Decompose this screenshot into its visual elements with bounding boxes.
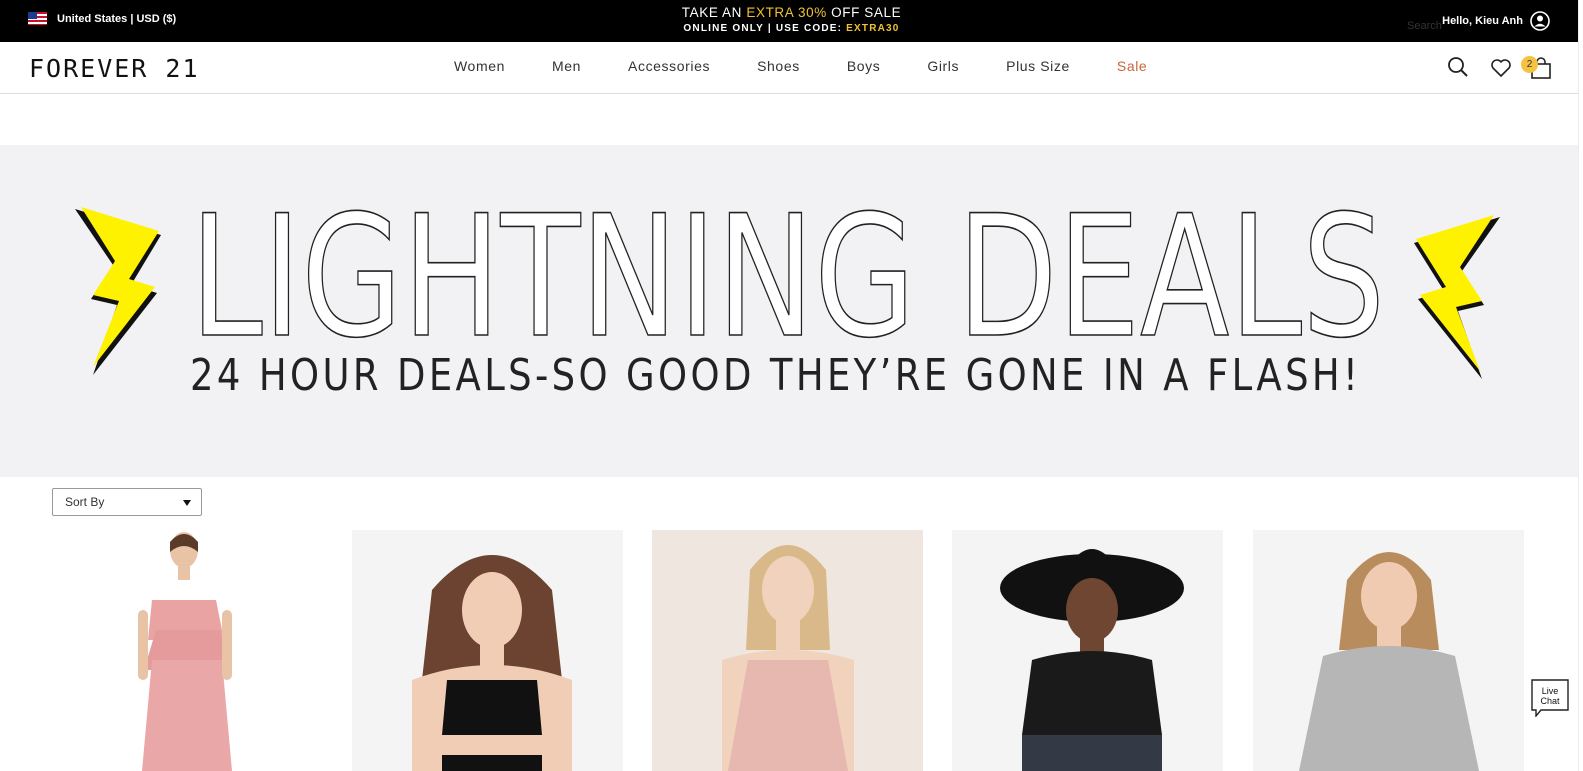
caret-down-icon: [183, 500, 191, 506]
sort-by-select[interactable]: Sort By: [52, 488, 202, 516]
banner-subtitle: 24 HOUR DEALS-SO GOOD THEY’RE GONE IN A …: [190, 350, 1362, 401]
main-nav: Women Men Accessories Shoes Boys Girls P…: [454, 58, 1147, 74]
nav-girls[interactable]: Girls: [927, 58, 959, 74]
forever21-logo[interactable]: FOREVER 21: [29, 54, 200, 83]
product-card[interactable]: [952, 530, 1223, 771]
search-icon[interactable]: [1447, 56, 1469, 78]
product-image: [1253, 530, 1524, 771]
promo-headline[interactable]: TAKE AN EXTRA 30% OFF SALE: [0, 5, 1583, 20]
nav-sale[interactable]: Sale: [1117, 58, 1147, 74]
nav-boys[interactable]: Boys: [847, 58, 881, 74]
user-account-icon[interactable]: [1530, 11, 1550, 31]
product-card[interactable]: [52, 530, 322, 771]
promo-top-bar: United States | USD ($) TAKE AN EXTRA 30…: [0, 0, 1583, 42]
product-image: [652, 530, 923, 771]
product-image: [352, 530, 623, 771]
product-card[interactable]: [352, 530, 623, 771]
nav-women[interactable]: Women: [454, 58, 505, 74]
banner-title: LIGHTNING DEALS: [189, 195, 1386, 345]
wishlist-heart-icon[interactable]: [1490, 57, 1512, 79]
account-greeting[interactable]: Hello, Kieu Anh: [1442, 15, 1523, 27]
live-chat-label[interactable]: Live Chat: [1531, 686, 1569, 706]
svg-text:LIGHTNING DEALS: LIGHTNING DEALS: [190, 195, 1385, 345]
product-image: [952, 530, 1223, 771]
nav-shoes[interactable]: Shoes: [757, 58, 800, 74]
product-image: [52, 530, 322, 771]
product-card[interactable]: [1253, 530, 1524, 771]
product-card[interactable]: [652, 530, 923, 771]
nav-men[interactable]: Men: [552, 58, 581, 74]
sort-by-label: Sort By: [65, 495, 105, 509]
bag-count-badge: 2: [1521, 56, 1538, 73]
main-header: FOREVER 21 Women Men Accessories Shoes B…: [0, 42, 1583, 94]
lightning-deals-banner[interactable]: LIGHTNING DEALS 24 HOUR DEALS-SO GOOD TH…: [0, 145, 1583, 477]
scrollbar[interactable]: [1578, 0, 1583, 771]
nav-accessories[interactable]: Accessories: [628, 58, 710, 74]
promo-code-line: ONLINE ONLY | USE CODE: EXTRA30: [683, 23, 900, 34]
promo-code: EXTRA30: [846, 23, 900, 34]
nav-plus-size[interactable]: Plus Size: [1006, 58, 1070, 74]
search-label[interactable]: Search: [1407, 20, 1442, 32]
